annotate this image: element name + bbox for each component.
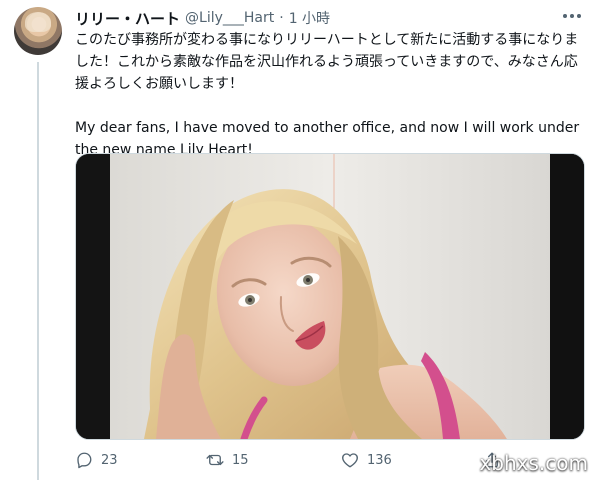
watermark: xbhxs.com	[479, 451, 588, 475]
more-dots-icon[interactable]	[560, 6, 584, 26]
like-button[interactable]: 136	[341, 450, 392, 470]
tweet-photo[interactable]	[75, 153, 585, 440]
reply-icon	[77, 452, 92, 469]
reply-count: 23	[101, 452, 118, 468]
retweet-count: 15	[232, 452, 249, 468]
like-count: 136	[367, 452, 392, 468]
heart-icon	[342, 453, 358, 468]
tweet-text: このたび事務所が変わる事になりリリーハートとして新たに活動する事になりました！こ…	[75, 29, 583, 161]
timestamp[interactable]: 1 小時	[289, 8, 330, 28]
separator-dot: ·	[279, 10, 284, 26]
retweet-icon	[206, 454, 224, 466]
avatar[interactable]	[14, 7, 62, 55]
photo-image	[76, 154, 584, 439]
tweet-text-japanese: このたび事務所が変わる事になりリリーハートとして新たに活動する事になりました！こ…	[75, 32, 579, 92]
reply-button[interactable]: 23	[75, 450, 118, 470]
thread-line	[37, 62, 39, 480]
tweet-header: リリー・ハート @Lily___Hart · 1 小時	[75, 8, 330, 28]
handle[interactable]: @Lily___Hart	[185, 10, 274, 26]
display-name[interactable]: リリー・ハート	[75, 8, 180, 29]
retweet-button[interactable]: 15	[206, 450, 249, 470]
